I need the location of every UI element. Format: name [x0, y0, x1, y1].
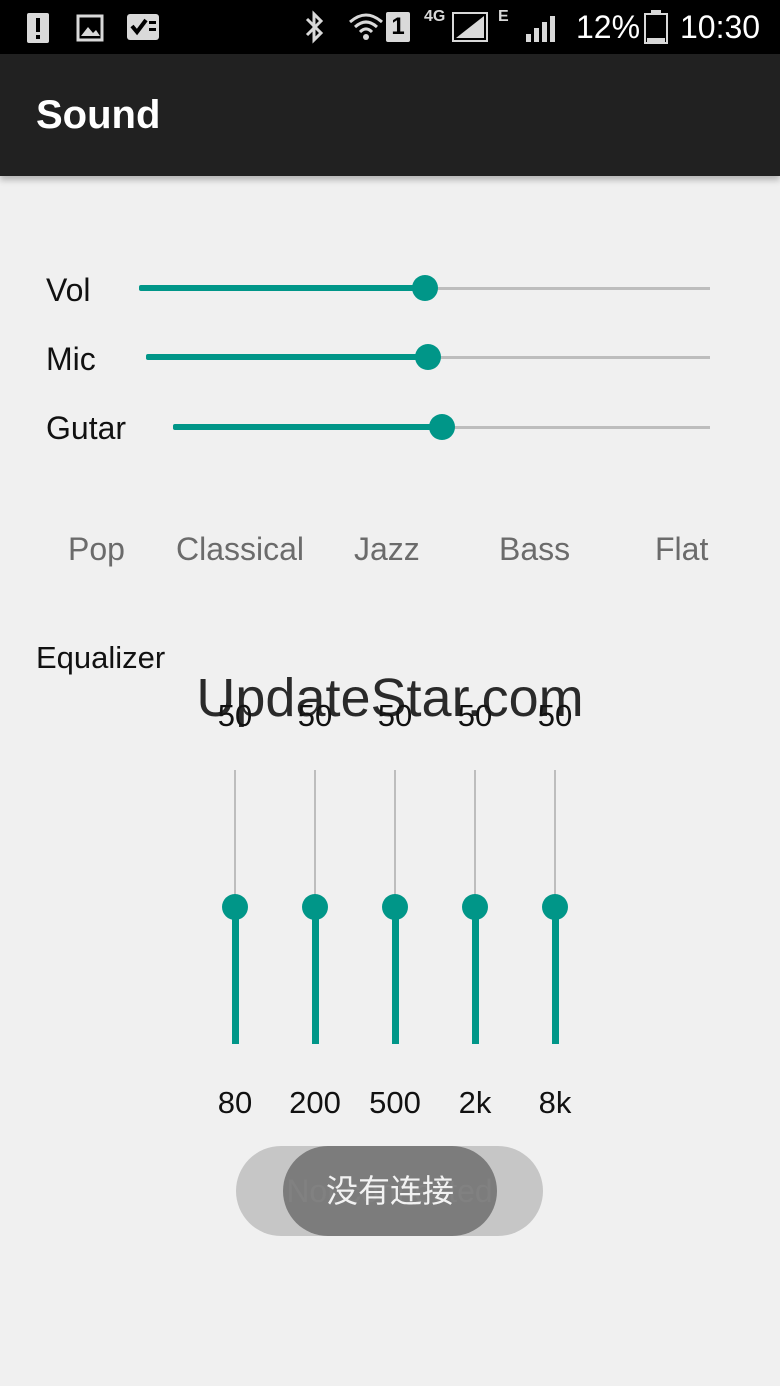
checklist-icon — [127, 14, 159, 40]
battery-percent: 12% — [576, 9, 641, 45]
battery-icon — [644, 10, 668, 44]
vol-slider-thumb[interactable] — [411, 275, 438, 301]
vol-slider-fill — [139, 285, 425, 291]
preset-classical[interactable]: Classical — [176, 530, 304, 568]
sim-slot-number: 1 — [391, 13, 405, 40]
vol-label: Vol — [46, 272, 91, 308]
eq-band-thumb[interactable] — [222, 894, 248, 920]
clock-time: 10:30 — [680, 9, 761, 45]
toast-message: 没有连接 — [325, 1173, 454, 1209]
eq-band-fill — [391, 907, 399, 1044]
preset-jazz[interactable]: Jazz — [354, 530, 420, 568]
signal-icon — [526, 16, 555, 42]
app-bar: Sound — [0, 54, 780, 176]
image-icon — [76, 14, 104, 42]
page-title: Sound — [36, 93, 161, 137]
wifi-icon — [349, 13, 383, 40]
mic-slider-fill — [146, 354, 428, 360]
eq-band-fill — [311, 907, 319, 1044]
preset-flat[interactable]: Flat — [655, 530, 708, 568]
eq-band-thumb[interactable] — [302, 894, 328, 920]
eq-band-thumb[interactable] — [382, 894, 408, 920]
mic-slider-thumb[interactable] — [415, 344, 441, 370]
status-bar: 1 4G E 12% 10:30 — [0, 0, 780, 54]
signal-icon — [452, 12, 488, 42]
eq-band-fill — [231, 907, 239, 1044]
network-e-label: E — [498, 8, 509, 25]
eq-band-fill — [471, 907, 479, 1044]
network-4g-label: 4G — [424, 8, 446, 25]
eq-band-thumb[interactable] — [462, 894, 488, 920]
sim-slot-badge: 1 — [386, 12, 410, 42]
mic-label: Mic — [46, 341, 96, 377]
eq-band-thumb[interactable] — [542, 894, 568, 920]
guitar-slider-fill — [173, 424, 442, 430]
eq-band-fill — [551, 907, 559, 1044]
preset-bass[interactable]: Bass — [499, 530, 570, 568]
bluetooth-icon — [305, 10, 324, 44]
guitar-label: Gutar — [46, 410, 127, 446]
alert-icon — [27, 13, 49, 43]
toast-not-connected-chinese: 没有连接 — [283, 1146, 497, 1236]
preset-pop[interactable]: Pop — [68, 530, 125, 568]
guitar-slider-thumb[interactable] — [428, 414, 455, 440]
eq-band-frequency: 8k — [538, 1085, 572, 1120]
watermark: UpdateStar.com — [196, 668, 584, 728]
